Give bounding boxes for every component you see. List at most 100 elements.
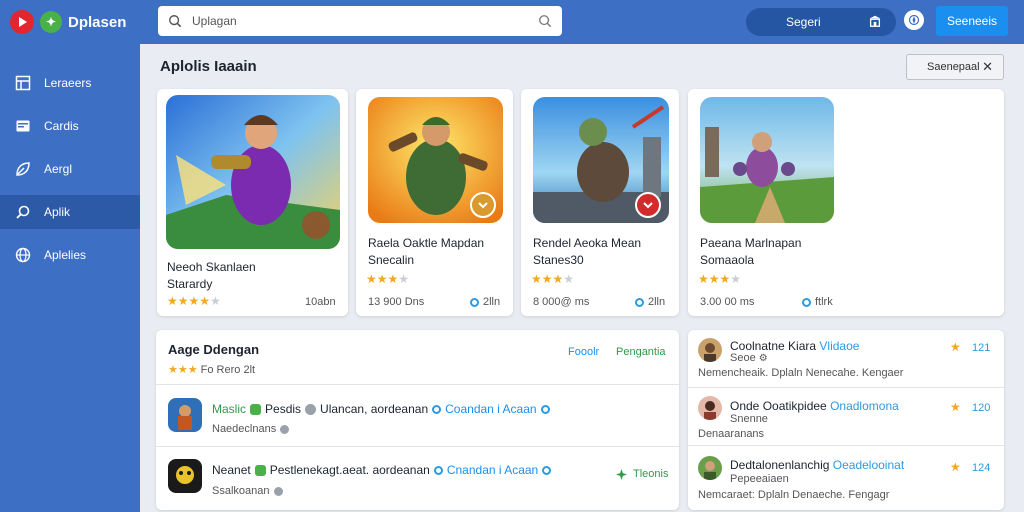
star-rating: ★★★★: [698, 272, 742, 286]
app-card[interactable]: Raela Oaktle Mapdan Snecalin ★★★★ 13 900…: [356, 89, 513, 316]
leaf-logo-icon: ✦: [40, 11, 62, 33]
review-count: 124: [972, 462, 991, 474]
list-link-fooolr[interactable]: Fooolr: [568, 346, 599, 358]
segment-button-label: Segeri: [786, 15, 821, 29]
row-app-name[interactable]: Maslic: [212, 402, 246, 416]
avatar: [698, 456, 722, 480]
avatar: [698, 396, 722, 420]
sidebar-nav: Leraeers Cardis Aergl Aplik Aplelies: [0, 66, 140, 281]
settings-button[interactable]: [904, 10, 924, 30]
reviewer-name: Dedtalonenlanchig Oeadelooinat: [730, 458, 904, 472]
review-item[interactable]: Onde Ooatikpidee Onadlomona Snenne Denaa…: [688, 388, 1004, 446]
sidebar-item-aergl[interactable]: Aergl: [0, 152, 140, 186]
sidebar-item-aplik[interactable]: Aplik: [0, 195, 140, 229]
app-title: Raela Oaktle Mapdan Snecalin: [368, 235, 484, 269]
app-card[interactable]: Paeana Marlnapan Somaaola ★★★★ 3.00 00 m…: [688, 89, 1004, 316]
info-icon: [635, 297, 644, 307]
gear-icon: ⚙: [758, 353, 768, 364]
review-item[interactable]: Dedtalonenlanchig Oeadelooinat Pepeeaiae…: [688, 446, 1004, 504]
list-row-subtitle: Naedeclnans: [212, 423, 290, 435]
reviews-panel: Coolnatne Kiara Vlidaoe Seoe ⚙ Nemenchea…: [688, 330, 1004, 510]
reviewer-name-text: Dedtalonenlanchig: [730, 458, 830, 472]
filter-chip[interactable]: Saenepaal ✕: [906, 54, 1004, 80]
avatar: [698, 338, 722, 362]
reviewer-name: Onde Ooatikpidee Onadlomona: [730, 399, 899, 413]
segment-button[interactable]: Segeri: [746, 8, 896, 36]
review-count: 121: [972, 342, 991, 354]
app-title-line2: Snecalin: [368, 253, 415, 267]
app-title-line1: Rendel Aeoka Mean: [533, 236, 642, 250]
app-card[interactable]: Rendel Aeoka Mean Stanes30 ★★★★ 8 000@ m…: [521, 89, 679, 316]
app-title: Paeana Marlnapan Somaaola: [700, 235, 801, 269]
list-subtitle-text: Fo Rero 2lt: [200, 364, 256, 376]
verified-badge-icon: [635, 192, 661, 218]
reviewer-name-text: Coolnatne Kiara: [730, 339, 817, 353]
info-icon: [470, 297, 479, 307]
close-icon[interactable]: ✕: [982, 59, 993, 75]
app-downloads: ftlrk: [802, 296, 833, 308]
primary-action-button[interactable]: Seeneeis: [936, 6, 1008, 36]
list-row-title: Maslic Pesdis Ulancan, aordeanan Coandan…: [212, 402, 550, 416]
row-sub-text: Ssalkoanan: [212, 485, 270, 497]
app-downloads-value: ftlrk: [815, 296, 833, 308]
row-link[interactable]: Coandan i Acaan: [445, 402, 536, 416]
app-size: 3.00 00 ms: [700, 296, 755, 308]
app-downloads: 10abn: [305, 296, 336, 308]
app-title-line1: Paeana Marlnapan: [700, 236, 802, 250]
search-bar[interactable]: [158, 6, 562, 36]
info-icon: [305, 403, 317, 415]
reviewer-tag: Oeadelooinat: [832, 458, 905, 472]
app-size: 8 000@ ms: [533, 296, 590, 308]
sidebar-item-cardis[interactable]: Cardis: [0, 109, 140, 143]
row-action-label: Tleonis: [633, 468, 669, 480]
verified-badge-icon: [470, 192, 496, 218]
row-app-name[interactable]: Neanet: [212, 463, 251, 477]
list-row-subtitle: Ssalkoanan: [212, 485, 283, 497]
reviewer-name-text: Onde Ooatikpidee: [730, 399, 827, 413]
app-size: 13 900 Dns: [368, 296, 425, 308]
app-title: Neeoh Skanlaen Starardy: [167, 259, 256, 293]
list-link-pengantia[interactable]: Pengantia: [616, 346, 666, 358]
sidebar-item-label: Cardis: [44, 119, 79, 133]
check-icon: [250, 403, 262, 415]
app-icon: [168, 459, 202, 493]
app-downloads-value: 2lln: [483, 296, 501, 308]
row-sub-text: Naedeclnans: [212, 423, 277, 435]
star-rating: ★★★★: [531, 272, 575, 286]
app-list-panel: Aage Ddengan ★★★ Fo Rero 2lt Fooolr Peng…: [156, 330, 679, 510]
divider: [156, 384, 679, 385]
app-downloads: 2lln: [470, 296, 500, 308]
review-text: Denaaranans: [698, 428, 765, 440]
sidebar-item-leraeers[interactable]: Leraeers: [0, 66, 140, 100]
globe-icon: [14, 246, 32, 264]
star-icon: ★: [950, 460, 961, 474]
search-input[interactable]: [192, 14, 538, 28]
sidebar-item-aplelies[interactable]: Aplelies: [0, 238, 140, 272]
link-icon: [432, 404, 442, 414]
play-logo-icon: [10, 10, 34, 34]
app-thumbnail: [700, 97, 834, 223]
card-icon: [14, 117, 32, 135]
reviewer-tag: Vlidaoe: [819, 339, 860, 353]
star-icon: ★: [950, 340, 961, 354]
star-rating: ★★★★★: [167, 294, 221, 308]
sidebar: ✦ Dplasen Leraeers Cardis Aergl Aplik Ap…: [0, 0, 140, 512]
app-icon: [168, 398, 202, 432]
list-row-title: Neanet Pestlenekagt.aeat. aordeanan Cnan…: [212, 463, 552, 477]
app-name: Dplasen: [68, 13, 127, 31]
row-description: Ulancan, aordeanan: [320, 402, 429, 416]
review-item[interactable]: Coolnatne Kiara Vlidaoe Seoe ⚙ Nemenchea…: [688, 330, 1004, 388]
filter-chip-label: Saenepaal: [927, 61, 980, 73]
search-submit-icon[interactable]: [538, 14, 552, 28]
link-icon: [540, 404, 550, 414]
reviewer-subtitle: Snenne: [730, 413, 768, 425]
app-logo[interactable]: ✦ Dplasen: [10, 10, 126, 34]
app-thumbnail: [166, 95, 340, 249]
review-text: Nemcaraet: Dplaln Denaeche. Fengagr: [698, 489, 890, 501]
row-action-button[interactable]: Tleonis: [616, 468, 668, 480]
row-link[interactable]: Cnandan i Acaan: [447, 463, 538, 477]
app-card[interactable]: Neeoh Skanlaen Starardy ★★★★★ 10abn: [157, 89, 348, 316]
search-icon: [169, 15, 182, 28]
row-tag: Pestlenekagt.aeat. aordeanan: [269, 463, 430, 477]
table-icon: [14, 74, 32, 92]
